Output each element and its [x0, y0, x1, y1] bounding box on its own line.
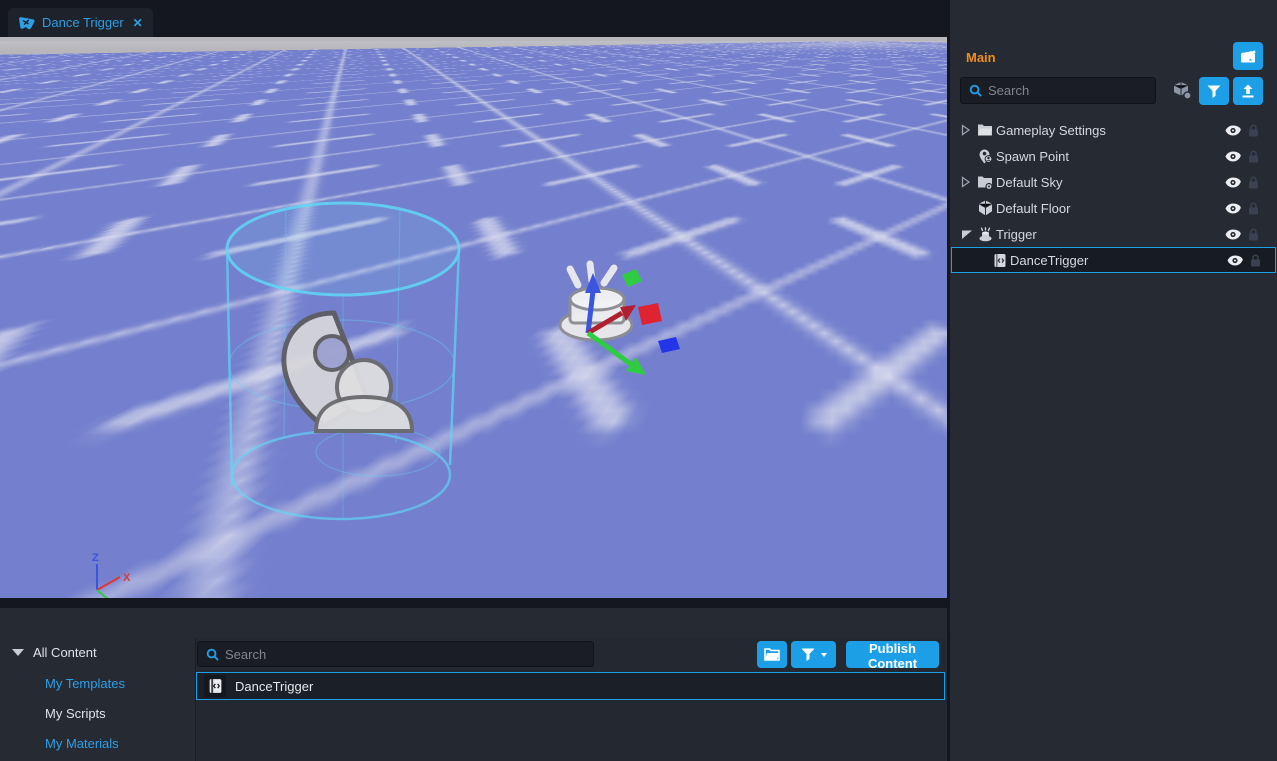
hierarchy-item-label[interactable]: Spawn Point [996, 149, 1069, 164]
gizmo-plane-red [638, 303, 662, 325]
scene-tabbar: Dance Trigger ✕ [0, 0, 947, 37]
import-folder-button[interactable] [757, 641, 787, 668]
hierarchy-item-label[interactable]: Default Sky [996, 175, 1062, 190]
content-browser: Publish Content DanceTrigger [196, 638, 947, 761]
hierarchy-row-default-floor[interactable]: Default Floor [950, 195, 1277, 221]
lock-icon[interactable] [1246, 150, 1260, 163]
trigger-icon [976, 227, 994, 242]
tree-item-my-templates[interactable]: My Templates [45, 676, 125, 691]
lock-icon[interactable] [1246, 124, 1260, 137]
hierarchy-header: Main [950, 37, 1277, 117]
asset-row-dance-trigger[interactable]: DanceTrigger [196, 672, 945, 700]
folder-icon [976, 123, 994, 137]
sky-folder-icon [976, 175, 994, 190]
chevron-down-icon [821, 653, 827, 657]
tree-item-my-scripts[interactable]: My Scripts [45, 706, 106, 721]
gizmo-plane-blue [658, 337, 680, 353]
publish-content-button[interactable]: Publish Content [846, 641, 939, 668]
filter-funnel-icon [801, 648, 815, 661]
script-icon [991, 253, 1009, 268]
visibility-eye-icon[interactable] [1224, 229, 1242, 240]
visibility-eye-icon[interactable] [1224, 151, 1242, 162]
hierarchy-row-default-sky[interactable]: Default Sky [950, 169, 1277, 195]
tree-item-label[interactable]: My Templates [45, 676, 125, 691]
axis-x-label: X [123, 572, 131, 584]
content-filter-button[interactable] [791, 641, 836, 668]
hierarchy-row-gameplay-settings[interactable]: Gameplay Settings [950, 117, 1277, 143]
collapse-arrow-icon[interactable] [961, 228, 973, 240]
axis-indicator: Z X Y [76, 549, 136, 598]
transform-gizmo[interactable] [560, 265, 690, 385]
gizmo-plane-green [622, 269, 642, 287]
visibility-eye-icon[interactable] [1224, 203, 1242, 214]
expand-arrow-icon[interactable] [961, 124, 973, 136]
hierarchy-search-input[interactable] [988, 83, 1147, 98]
hierarchy-panel: Main [950, 0, 1277, 761]
tree-item-label[interactable]: My Scripts [45, 706, 106, 721]
content-search[interactable] [197, 641, 594, 667]
folder-icon [764, 648, 780, 661]
core-editor-window: Dance Trigger ✕ [0, 0, 1277, 761]
tree-expand-icon[interactable] [12, 649, 24, 656]
grid-floor [0, 41, 947, 598]
content-search-input[interactable] [225, 647, 585, 662]
gamepad-icon [18, 16, 35, 30]
tree-item-label[interactable]: All Content [33, 645, 97, 660]
axis-z-label: Z [92, 552, 99, 564]
clapperboard-icon [1240, 48, 1256, 64]
search-icon [206, 648, 219, 661]
map-name-label: Main [966, 50, 996, 65]
lock-icon[interactable] [1248, 254, 1262, 267]
hierarchy-filter-button[interactable] [1199, 77, 1229, 105]
hierarchy-item-label[interactable]: Gameplay Settings [996, 123, 1106, 138]
scene-tab-label: Dance Trigger [42, 15, 124, 30]
project-content-panel: All Content My Templates My Scripts My M… [0, 608, 947, 761]
hierarchy-row-dance-trigger[interactable]: DanceTrigger [951, 247, 1276, 273]
level-settings-button[interactable] [1233, 42, 1263, 70]
group-mode-icon[interactable] [1172, 81, 1193, 104]
asset-name-label: DanceTrigger [235, 679, 313, 694]
visibility-eye-icon[interactable] [1226, 255, 1244, 266]
cube-icon [976, 200, 994, 216]
filter-funnel-icon [1207, 85, 1221, 98]
spawn-point-icon [976, 149, 994, 164]
hierarchy-item-label[interactable]: Default Floor [996, 201, 1070, 216]
hierarchy-search[interactable] [960, 77, 1156, 104]
spawn-point-sprite[interactable] [276, 309, 454, 435]
gizmo-x-arrow [588, 305, 636, 333]
tree-item-all-content[interactable]: All Content [12, 645, 97, 660]
expand-arrow-icon[interactable] [961, 176, 973, 188]
script-asset-icon [204, 675, 226, 697]
visibility-eye-icon[interactable] [1224, 177, 1242, 188]
tree-item-my-materials[interactable]: My Materials [45, 736, 119, 751]
upload-arrow-icon [1241, 84, 1255, 98]
lock-icon[interactable] [1246, 176, 1260, 189]
content-tree: All Content My Templates My Scripts My M… [0, 638, 196, 761]
lock-icon[interactable] [1246, 228, 1260, 241]
search-icon [969, 84, 982, 97]
hierarchy-row-spawn-point[interactable]: Spawn Point [950, 143, 1277, 169]
3d-viewport[interactable]: Z X Y [0, 37, 947, 598]
lock-icon[interactable] [1246, 202, 1260, 215]
gizmo-y-arrow [588, 333, 646, 375]
hierarchy-tree: Gameplay Settings Spawn Point [950, 117, 1277, 273]
hierarchy-item-label[interactable]: DanceTrigger [1010, 253, 1088, 268]
tree-item-label[interactable]: My Materials [45, 736, 119, 751]
visibility-eye-icon[interactable] [1224, 125, 1242, 136]
close-icon[interactable]: ✕ [131, 16, 143, 30]
hierarchy-row-trigger[interactable]: Trigger [950, 221, 1277, 247]
hierarchy-item-label[interactable]: Trigger [996, 227, 1037, 242]
tab-scene[interactable]: Dance Trigger ✕ [8, 8, 153, 37]
export-button[interactable] [1233, 77, 1263, 105]
